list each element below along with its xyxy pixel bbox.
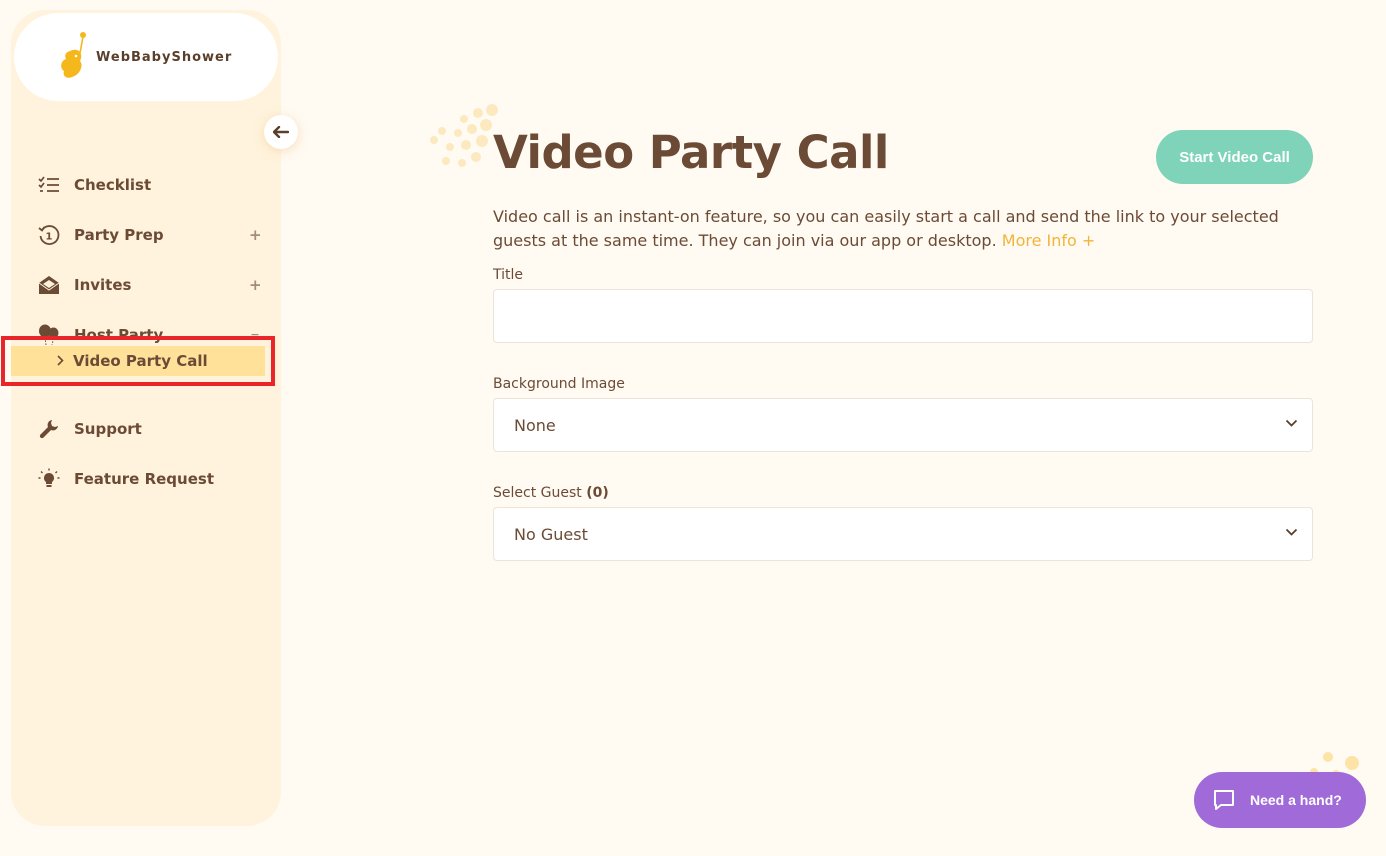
description-text: Video call is an instant-on feature, so … [493,207,1279,250]
decorative-dots [430,104,498,167]
title-label: Title [493,267,524,283]
background-image-select[interactable]: None [493,398,1313,452]
sidebar-item-feature-request[interactable]: Feature Request [11,454,281,504]
title-input[interactable] [493,289,1313,343]
sidebar-item-party-prep[interactable]: 1 Party Prep + [11,210,281,260]
page-title: Video Party Call [493,126,889,179]
start-video-call-button[interactable]: Start Video Call [1156,130,1313,184]
envelope-icon [38,274,60,296]
svg-text:1: 1 [46,232,53,243]
countdown-icon: 1 [38,224,60,246]
sidebar-item-label: Party Prep [74,226,164,244]
collapse-sidebar-button[interactable] [264,115,298,149]
app-name: WebBabyShower [96,49,233,65]
baby-logo-icon [61,32,86,78]
logo[interactable]: WebBabyShower [14,13,278,101]
sidebar-item-label: Invites [74,276,132,294]
checklist-icon [38,174,60,196]
sidebar-item-checklist[interactable]: Checklist [11,160,281,210]
select-guest-label: Select Guest (0) [493,485,609,501]
background-image-label: Background Image [493,376,625,392]
wrench-icon [38,418,60,440]
sidebar-item-label: Feature Request [74,470,214,488]
select-guest-select[interactable]: No Guest [493,507,1313,561]
sidebar-item-label: Checklist [74,176,152,194]
chevron-down-icon [1285,419,1298,427]
selection-highlight-box [1,336,275,386]
select-guest-label-text: Select Guest [493,485,582,501]
sidebar-item-support[interactable]: Support [11,404,281,454]
need-a-hand-button[interactable]: Need a hand? [1194,772,1366,828]
guest-count: (0) [586,485,609,501]
expand-icon[interactable]: + [249,278,262,293]
sidebar-nav: Checklist 1 Party Prep + Invites + Host … [11,160,281,360]
sidebar-item-label: Support [74,420,142,438]
sidebar-nav-lower: Support Feature Request [11,404,281,504]
more-info-link[interactable]: More Info + [1002,231,1096,250]
chat-bubble-icon [1214,790,1234,810]
expand-icon[interactable]: + [249,228,262,243]
page-description: Video call is an instant-on feature, so … [493,205,1323,253]
chevron-down-icon [1285,528,1298,536]
background-image-value: None [514,415,556,435]
arrow-left-icon [273,126,289,138]
lightbulb-icon [38,468,60,490]
sidebar: WebBabyShower Checklist 1 Party Prep + I… [11,10,298,826]
select-guest-value: No Guest [514,524,588,544]
need-a-hand-label: Need a hand? [1250,792,1342,808]
sidebar-item-invites[interactable]: Invites + [11,260,281,310]
